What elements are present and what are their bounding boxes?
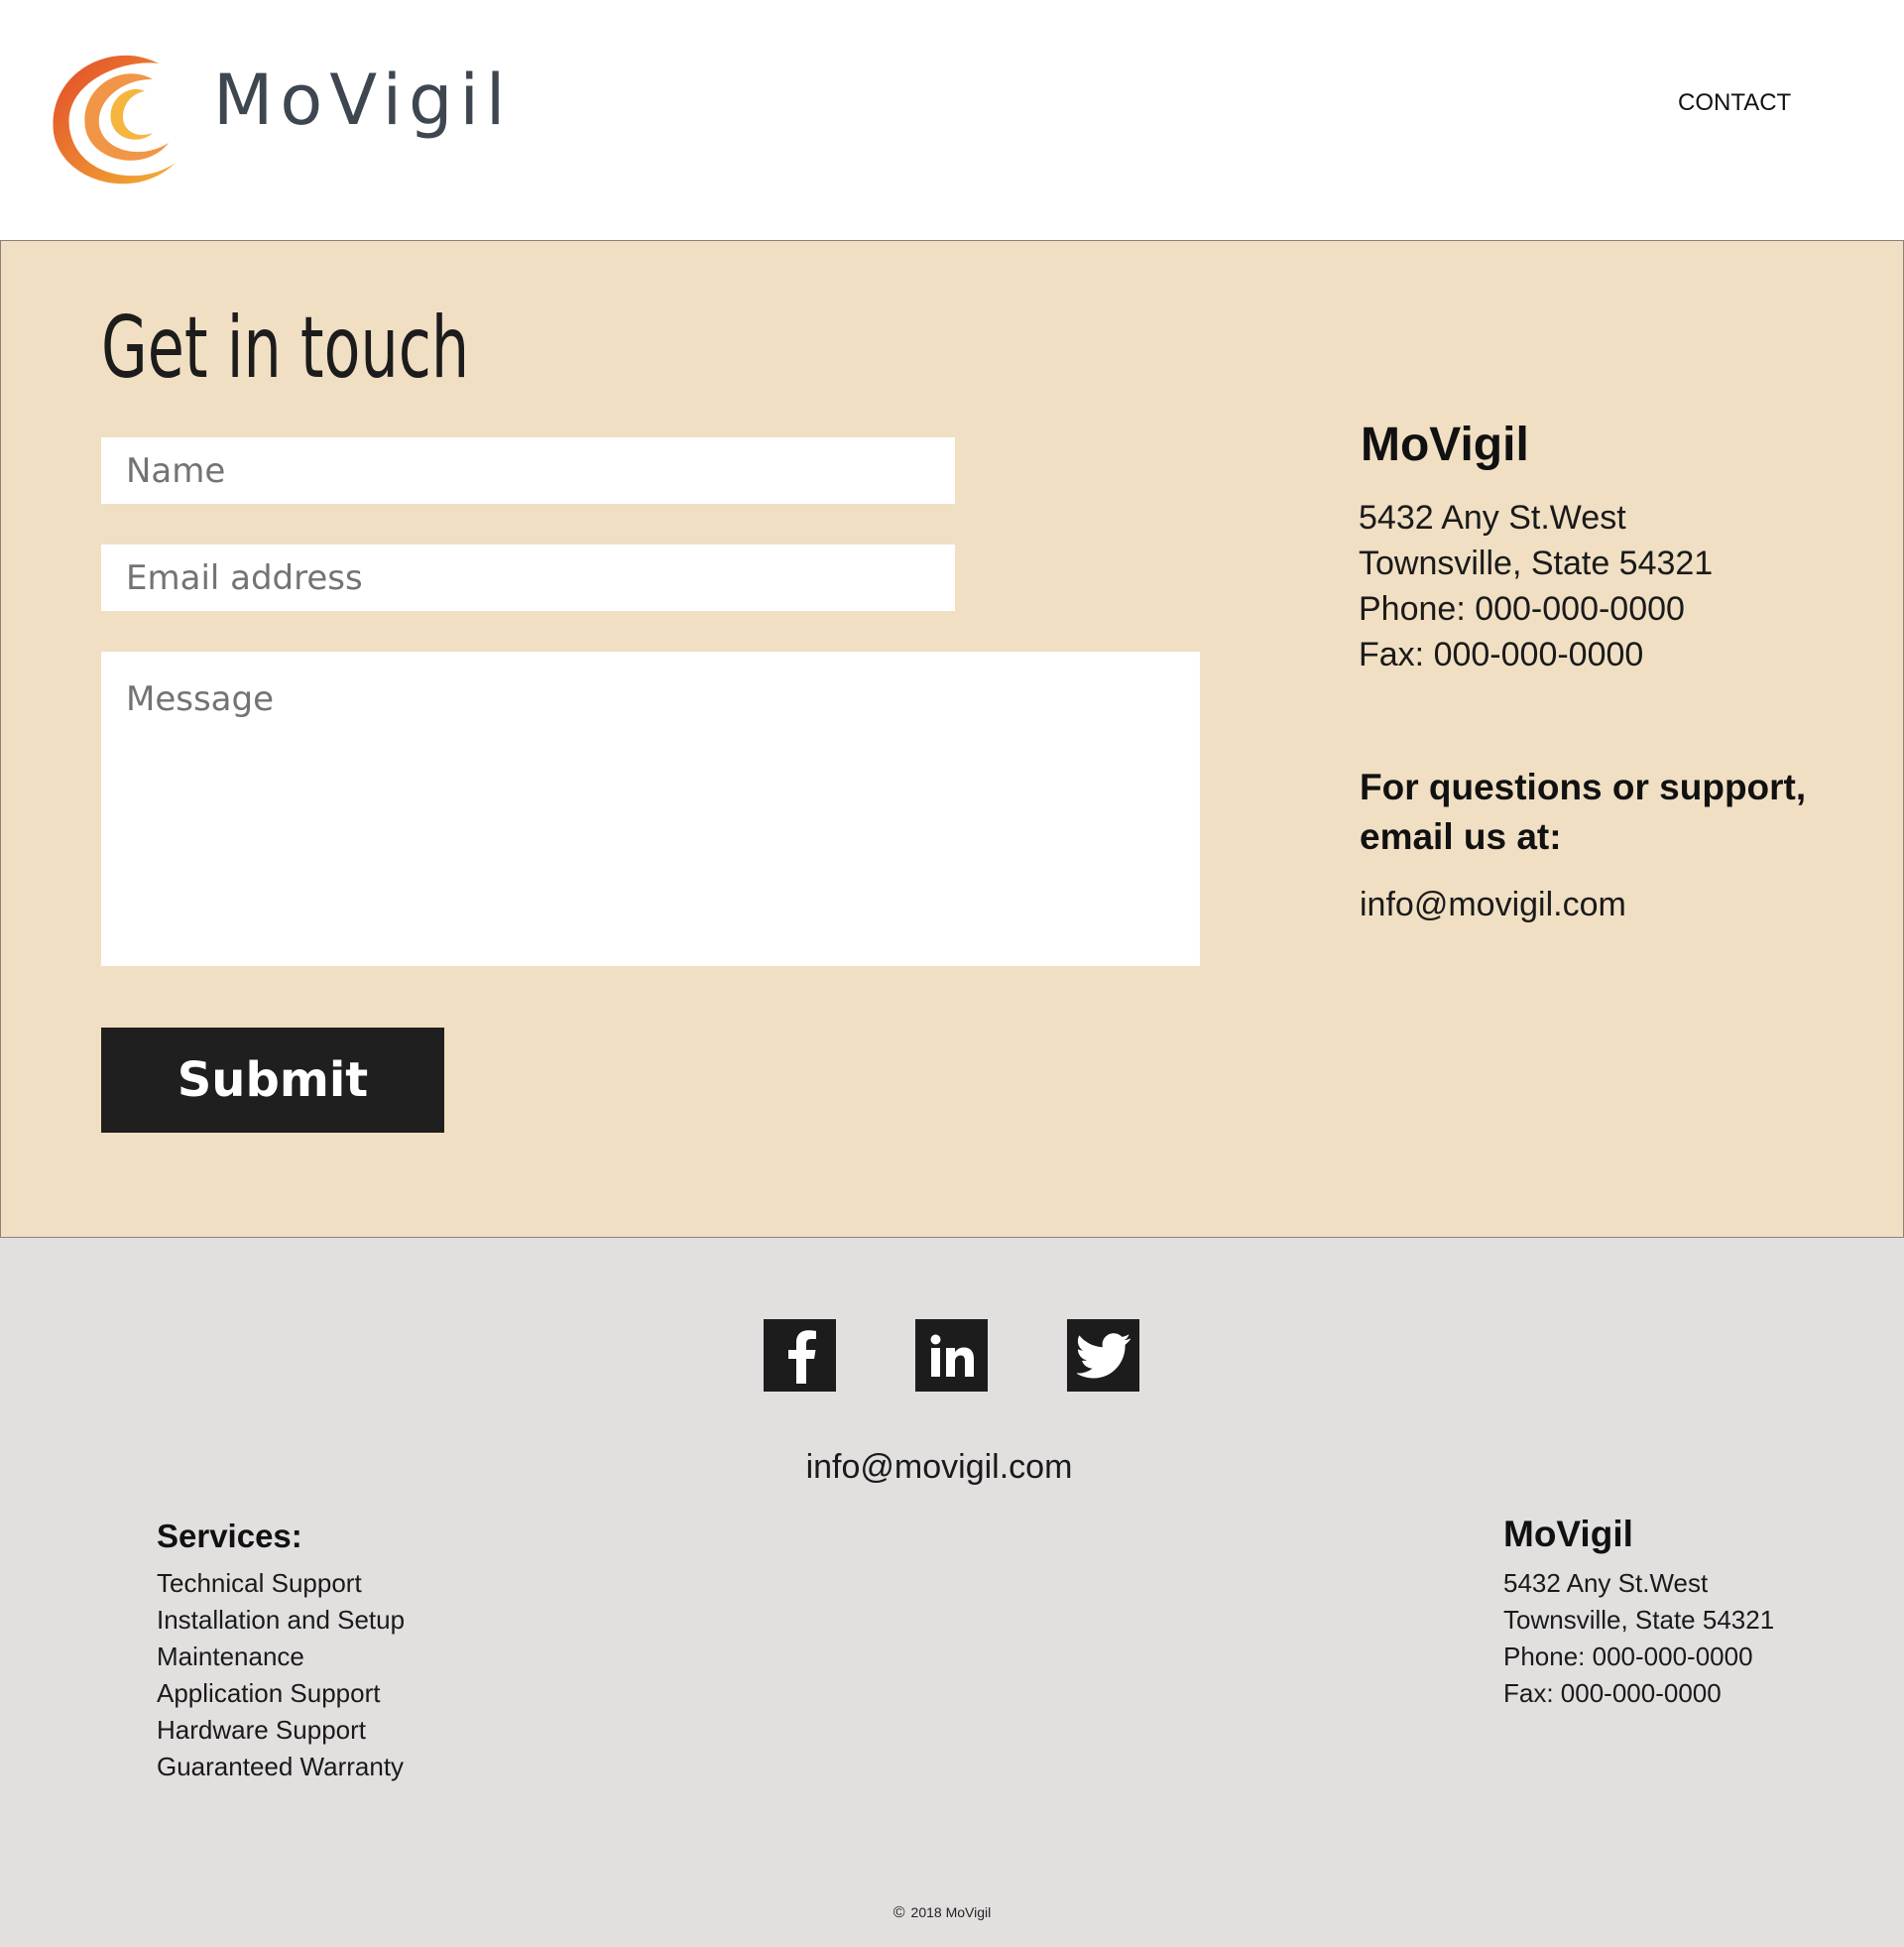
site-header: MoVigil CONTACT bbox=[0, 0, 1904, 240]
footer-address-line1: 5432 Any St.West bbox=[1503, 1568, 1709, 1598]
twitter-icon[interactable] bbox=[1067, 1319, 1139, 1392]
footer-phone: Phone: 000-000-0000 bbox=[1503, 1642, 1753, 1671]
contact-phone: Phone: 000-000-0000 bbox=[1359, 590, 1685, 628]
nav-contact-link[interactable]: CONTACT bbox=[1678, 89, 1791, 117]
contact-address-line2: Townsville, State 54321 bbox=[1359, 545, 1714, 582]
copyright-icon: © bbox=[892, 1904, 905, 1921]
copyright-text: 2018 MoVigil bbox=[910, 1904, 992, 1920]
contact-fax: Fax: 000-000-0000 bbox=[1359, 636, 1644, 673]
contact-company-name: MoVigil bbox=[1361, 419, 1529, 471]
name-input[interactable] bbox=[101, 437, 955, 504]
movigil-logo-icon[interactable] bbox=[42, 44, 190, 194]
services-list: Technical Support Installation and Setup… bbox=[157, 1565, 405, 1785]
message-input[interactable] bbox=[101, 652, 1200, 966]
support-heading: For questions or support, email us at: bbox=[1360, 767, 1807, 857]
facebook-icon[interactable] bbox=[764, 1319, 836, 1392]
service-item[interactable]: Technical Support bbox=[157, 1565, 405, 1602]
footer-company-name: MoVigil bbox=[1503, 1514, 1633, 1554]
footer-fax: Fax: 000-000-0000 bbox=[1503, 1678, 1722, 1708]
contact-address-block: 5432 Any St.West Townsville, State 54321… bbox=[1359, 495, 1713, 677]
service-item[interactable]: Maintenance bbox=[157, 1639, 405, 1675]
services-title: Services: bbox=[157, 1518, 302, 1554]
service-item[interactable]: Hardware Support bbox=[157, 1712, 405, 1749]
contact-title: Get in touch bbox=[101, 299, 470, 398]
brand-name: MoVigil bbox=[213, 60, 513, 141]
footer-address-block: 5432 Any St.West Townsville, State 54321… bbox=[1503, 1565, 1774, 1712]
support-email-link[interactable]: info@movigil.com bbox=[1360, 886, 1626, 924]
service-item[interactable]: Guaranteed Warranty bbox=[157, 1749, 405, 1785]
site-footer: info@movigil.com Services: Technical Sup… bbox=[0, 1238, 1904, 1947]
copyright: © 2018 MoVigil bbox=[0, 1904, 1884, 1922]
email-input[interactable] bbox=[101, 545, 955, 611]
contact-section: Get in touch Submit MoVigil 5432 Any St.… bbox=[0, 240, 1904, 1238]
footer-email-link[interactable]: info@movigil.com bbox=[0, 1448, 1878, 1487]
linkedin-icon[interactable] bbox=[915, 1319, 988, 1392]
contact-address-line1: 5432 Any St.West bbox=[1359, 499, 1626, 537]
submit-button[interactable]: Submit bbox=[101, 1028, 444, 1133]
service-item[interactable]: Application Support bbox=[157, 1675, 405, 1712]
footer-address-line2: Townsville, State 54321 bbox=[1503, 1605, 1775, 1635]
service-item[interactable]: Installation and Setup bbox=[157, 1602, 405, 1639]
